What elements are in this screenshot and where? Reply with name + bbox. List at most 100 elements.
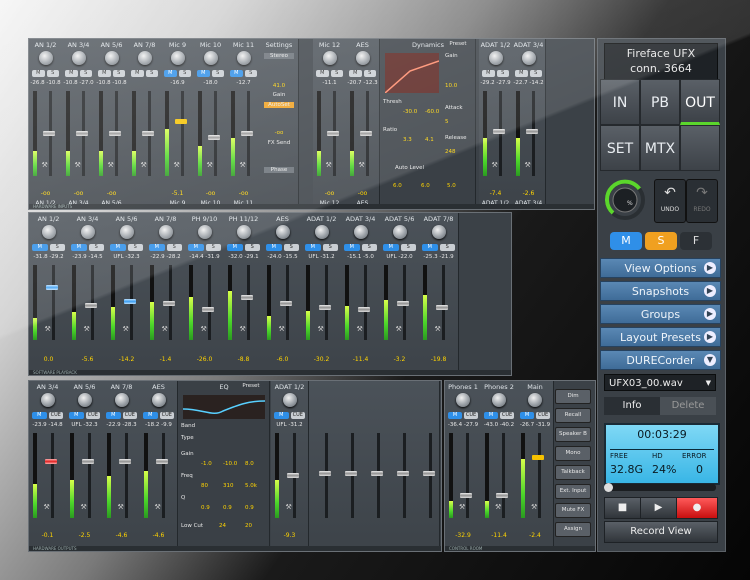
volume-fader[interactable]	[496, 493, 508, 498]
settings-wrench-icon[interactable]: ⚒	[108, 161, 114, 169]
mute-button[interactable]: M	[143, 412, 158, 419]
mute-button[interactable]: M	[515, 70, 528, 77]
mute-button[interactable]: M	[230, 70, 243, 77]
settings-wrench-icon[interactable]: ⚒	[396, 325, 402, 333]
mute-button[interactable]: M	[69, 412, 84, 419]
solo-button[interactable]: CUE	[500, 412, 514, 419]
solo-button[interactable]: S	[244, 244, 260, 251]
solo-button[interactable]: S	[49, 244, 65, 251]
settings-wrench-icon[interactable]: ⚒	[162, 325, 168, 333]
control-room-button[interactable]: Talkback	[555, 465, 591, 480]
snapshots-menu[interactable]: Snapshots ▶	[600, 281, 721, 301]
solo-button[interactable]: S	[244, 70, 257, 77]
mute-button[interactable]: M	[65, 70, 78, 77]
settings-wrench-icon[interactable]: ⚒	[435, 325, 441, 333]
volume-fader[interactable]	[42, 131, 55, 136]
volume-fader[interactable]	[141, 131, 154, 136]
settings-wrench-icon[interactable]: ⚒	[45, 325, 51, 333]
mute-button[interactable]: M	[106, 412, 121, 419]
mute-button[interactable]: M	[484, 412, 498, 419]
solo-button[interactable]: S	[79, 70, 92, 77]
settings-wrench-icon[interactable]: ⚒	[495, 503, 501, 511]
solo-button[interactable]: S	[178, 70, 191, 77]
control-room-button[interactable]: Assign	[555, 522, 591, 537]
eq-band-value[interactable]: 80	[201, 483, 208, 489]
pan-knob[interactable]	[492, 393, 506, 407]
play-button[interactable]: ▶	[640, 497, 677, 519]
settings-wrench-icon[interactable]: ⚒	[531, 503, 537, 511]
pan-knob[interactable]	[158, 225, 173, 239]
mute-button[interactable]: M	[266, 244, 282, 251]
settings-wrench-icon[interactable]: ⚒	[123, 325, 129, 333]
settings-wrench-icon[interactable]: ⚒	[201, 325, 207, 333]
pan-knob[interactable]	[77, 393, 92, 407]
solo-button[interactable]: S	[145, 70, 158, 77]
control-room-button[interactable]: Recall	[555, 408, 591, 423]
settings-wrench-icon[interactable]: ⚒	[492, 161, 498, 169]
pan-knob[interactable]	[353, 225, 368, 239]
pan-knob[interactable]	[488, 51, 503, 65]
solo-button[interactable]: S	[439, 244, 455, 251]
autoset-button[interactable]: AutoSet	[264, 102, 294, 108]
settings-wrench-icon[interactable]: ⚒	[326, 161, 332, 169]
control-room-button[interactable]: Dim	[555, 389, 591, 404]
pan-knob[interactable]	[392, 225, 407, 239]
settings-wrench-icon[interactable]: ⚒	[279, 325, 285, 333]
control-room-button[interactable]: Speaker B	[555, 427, 591, 442]
pan-knob[interactable]	[137, 51, 152, 65]
control-room-button[interactable]: Mono	[555, 446, 591, 461]
settings-wrench-icon[interactable]: ⚒	[286, 503, 292, 511]
pan-knob[interactable]	[521, 51, 536, 65]
settings-wrench-icon[interactable]: ⚒	[44, 503, 50, 511]
undo-button[interactable]: ↶ UNDO	[654, 179, 686, 223]
position-slider[interactable]	[604, 483, 716, 492]
settings-wrench-icon[interactable]: ⚒	[359, 161, 365, 169]
volume-fader[interactable]	[357, 307, 370, 312]
settings-wrench-icon[interactable]: ⚒	[84, 325, 90, 333]
mute-button[interactable]: M	[71, 244, 87, 251]
pan-knob[interactable]	[236, 51, 251, 65]
pan-knob[interactable]	[80, 225, 95, 239]
mute-button[interactable]: M	[164, 70, 177, 77]
volume-fader[interactable]	[359, 131, 372, 136]
volume-fader[interactable]	[162, 301, 175, 306]
solo-button[interactable]: CUE	[122, 412, 137, 419]
settings-wrench-icon[interactable]: ⚒	[357, 325, 363, 333]
volume-fader[interactable]	[319, 471, 331, 476]
solo-button[interactable]: CUE	[536, 412, 550, 419]
mute-button[interactable]: M	[188, 244, 204, 251]
settings-wrench-icon[interactable]: ⚒	[75, 161, 81, 169]
volume-fader[interactable]	[75, 131, 88, 136]
eq-band-value[interactable]: 8.0	[245, 461, 254, 467]
eq-band-value[interactable]: 0.9	[201, 505, 210, 511]
volume-fader[interactable]	[123, 299, 136, 304]
control-room-button[interactable]: Mute FX	[555, 503, 591, 518]
volume-fader[interactable]	[460, 493, 472, 498]
mute-button[interactable]: M	[197, 70, 210, 77]
volume-fader[interactable]	[326, 131, 339, 136]
volume-fader[interactable]	[286, 473, 299, 478]
recorder-delete-tab[interactable]: Delete	[660, 397, 716, 415]
volume-fader[interactable]	[396, 301, 409, 306]
mute-button[interactable]: M	[32, 244, 48, 251]
mute-button[interactable]: M	[32, 412, 47, 419]
view-set-button[interactable]: SET	[600, 125, 640, 171]
mute-button[interactable]: M	[482, 70, 495, 77]
solo-button[interactable]: S	[529, 70, 542, 77]
record-view-button[interactable]: Record View	[604, 521, 718, 543]
volume-fader[interactable]	[155, 459, 168, 464]
pan-knob[interactable]	[282, 393, 297, 407]
mute-button[interactable]: M	[448, 412, 462, 419]
pan-knob[interactable]	[41, 225, 56, 239]
volume-fader[interactable]	[532, 455, 544, 460]
settings-wrench-icon[interactable]: ⚒	[207, 161, 213, 169]
eq-band-value[interactable]: -10.0	[223, 461, 237, 467]
volume-fader[interactable]	[45, 285, 58, 290]
settings-wrench-icon[interactable]: ⚒	[155, 503, 161, 511]
stereo-toggle[interactable]: Stereo	[264, 53, 294, 59]
mute-button[interactable]: M	[227, 244, 243, 251]
settings-wrench-icon[interactable]: ⚒	[141, 161, 147, 169]
view-pb-button[interactable]: PB	[640, 79, 680, 125]
volume-fader[interactable]	[423, 471, 435, 476]
solo-button[interactable]: S	[283, 244, 299, 251]
